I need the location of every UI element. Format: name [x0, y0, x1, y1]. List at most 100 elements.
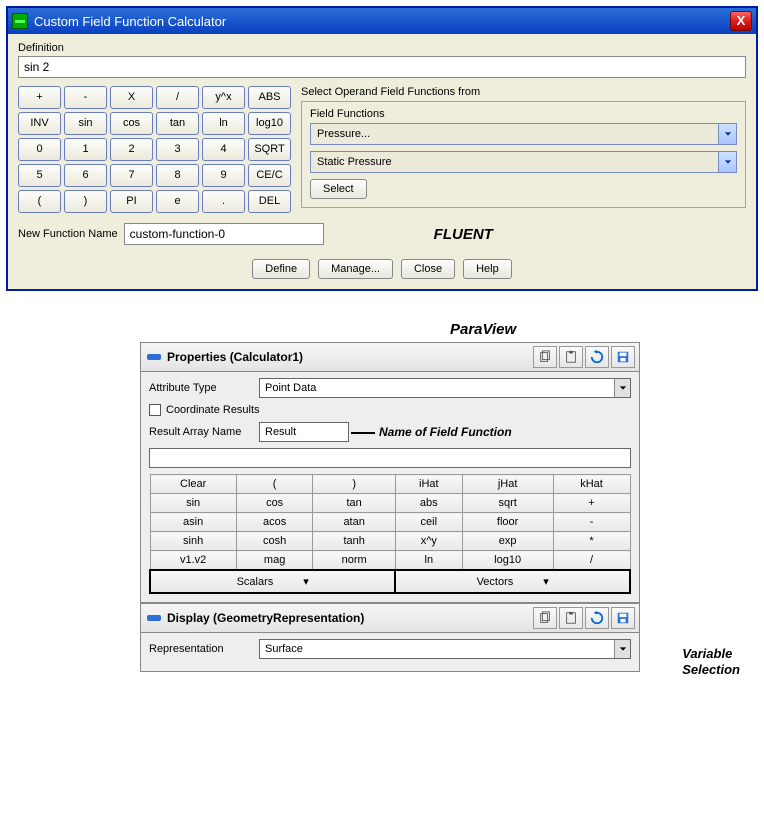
calc-key[interactable]: 5 [18, 164, 61, 187]
calc-key[interactable]: 3 [156, 138, 199, 161]
calc-key[interactable]: DEL [248, 190, 291, 213]
calc-key[interactable]: SQRT [248, 138, 291, 161]
calc-key[interactable]: + [553, 494, 630, 513]
chevron-down-icon[interactable] [614, 640, 630, 658]
calc-key[interactable]: log10 [248, 112, 291, 135]
coord-results-checkbox[interactable] [149, 404, 161, 416]
calc-key[interactable]: v1.v2 [150, 551, 236, 571]
result-array-input[interactable] [259, 422, 349, 442]
manage-button[interactable]: Manage... [318, 259, 393, 279]
calc-key[interactable]: y^x [202, 86, 245, 109]
collapse-icon[interactable] [147, 354, 161, 360]
calculator-keypad: +-X/y^xABS INVsincostanlnlog10 01234SQRT 56… [18, 86, 291, 213]
calc-key[interactable]: ( [236, 475, 313, 494]
calc-key[interactable]: - [64, 86, 107, 109]
calc-key[interactable]: X [110, 86, 153, 109]
attribute-type-combo[interactable]: Point Data [259, 378, 631, 398]
chevron-down-icon[interactable] [718, 124, 736, 144]
field-functions-sub-combo[interactable]: Static Pressure [310, 151, 737, 173]
define-button[interactable]: Define [252, 259, 310, 279]
calc-key[interactable]: 2 [110, 138, 153, 161]
expression-input[interactable] [149, 448, 631, 468]
calc-key[interactable]: asin [150, 513, 236, 532]
calc-key[interactable]: ( [18, 190, 61, 213]
field-functions-combo[interactable]: Pressure... [310, 123, 737, 145]
calc-key[interactable]: 4 [202, 138, 245, 161]
calc-key[interactable]: ABS [248, 86, 291, 109]
calc-key[interactable]: e [156, 190, 199, 213]
save-icon[interactable] [611, 346, 635, 368]
calc-key[interactable]: acos [236, 513, 313, 532]
calc-key[interactable]: jHat [462, 475, 553, 494]
calc-key[interactable]: tan [156, 112, 199, 135]
calc-key[interactable]: cos [110, 112, 153, 135]
calc-key[interactable]: log10 [462, 551, 553, 571]
calc-key[interactable]: PI [110, 190, 153, 213]
calc-key[interactable]: - [553, 513, 630, 532]
calc-key[interactable]: 1 [64, 138, 107, 161]
calc-key[interactable]: ln [395, 551, 462, 571]
calc-key[interactable]: / [553, 551, 630, 571]
calc-key[interactable]: sqrt [462, 494, 553, 513]
paste-icon[interactable] [559, 346, 583, 368]
calc-key[interactable]: ceil [395, 513, 462, 532]
calc-key[interactable]: x^y [395, 532, 462, 551]
definition-input[interactable] [18, 56, 746, 78]
calc-key[interactable]: atan [313, 513, 395, 532]
calc-key[interactable]: abs [395, 494, 462, 513]
collapse-icon[interactable] [147, 615, 161, 621]
calc-key[interactable]: mag [236, 551, 313, 571]
close-button[interactable]: Close [401, 259, 455, 279]
new-function-input[interactable] [124, 223, 324, 245]
calc-key[interactable]: * [553, 532, 630, 551]
calc-key[interactable]: . [202, 190, 245, 213]
calc-key[interactable]: norm [313, 551, 395, 571]
calc-key[interactable]: iHat [395, 475, 462, 494]
field-functions-group: Field Functions Pressure... Static Press… [301, 101, 746, 208]
titlebar[interactable]: Custom Field Function Calculator X [8, 8, 756, 34]
calc-key[interactable]: floor [462, 513, 553, 532]
calc-key[interactable]: sinh [150, 532, 236, 551]
paste-icon[interactable] [559, 607, 583, 629]
reset-icon[interactable] [585, 346, 609, 368]
calc-key[interactable]: 8 [156, 164, 199, 187]
vectors-dropdown[interactable]: Vectors▾ [395, 570, 630, 593]
calc-key[interactable]: Clear [150, 475, 236, 494]
calc-key[interactable]: ) [64, 190, 107, 213]
copy-icon[interactable] [533, 346, 557, 368]
help-button[interactable]: Help [463, 259, 512, 279]
calc-key[interactable]: cosh [236, 532, 313, 551]
copy-icon[interactable] [533, 607, 557, 629]
calc-key[interactable]: cos [236, 494, 313, 513]
calc-key[interactable]: INV [18, 112, 61, 135]
calc-key[interactable]: 7 [110, 164, 153, 187]
properties-title: Properties (Calculator1) [167, 350, 533, 364]
attribute-type-label: Attribute Type [149, 382, 259, 394]
calc-key[interactable]: 0 [18, 138, 61, 161]
representation-combo[interactable]: Surface [259, 639, 631, 659]
calc-key[interactable]: tan [313, 494, 395, 513]
calc-key[interactable]: kHat [553, 475, 630, 494]
calc-key[interactable]: CE/C [248, 164, 291, 187]
calculator-grid: Clear()iHatjHatkHat sincostanabssqrt+ asin… [149, 474, 631, 594]
display-header[interactable]: Display (GeometryRepresentation) [141, 603, 639, 633]
chevron-down-icon[interactable] [718, 152, 736, 172]
close-icon[interactable]: X [730, 11, 752, 31]
properties-header[interactable]: Properties (Calculator1) [140, 342, 640, 372]
calc-key[interactable]: exp [462, 532, 553, 551]
select-button[interactable]: Select [310, 179, 367, 199]
reset-icon[interactable] [585, 607, 609, 629]
chevron-down-icon[interactable] [614, 379, 630, 397]
calc-key[interactable]: sin [150, 494, 236, 513]
calc-key[interactable]: / [156, 86, 199, 109]
calc-key[interactable]: ln [202, 112, 245, 135]
representation-value: Surface [265, 643, 614, 655]
calc-key[interactable]: + [18, 86, 61, 109]
calc-key[interactable]: 6 [64, 164, 107, 187]
calc-key[interactable]: sin [64, 112, 107, 135]
calc-key[interactable]: 9 [202, 164, 245, 187]
save-icon[interactable] [611, 607, 635, 629]
calc-key[interactable]: tanh [313, 532, 395, 551]
scalars-dropdown[interactable]: Scalars▾ [150, 570, 395, 593]
calc-key[interactable]: ) [313, 475, 395, 494]
